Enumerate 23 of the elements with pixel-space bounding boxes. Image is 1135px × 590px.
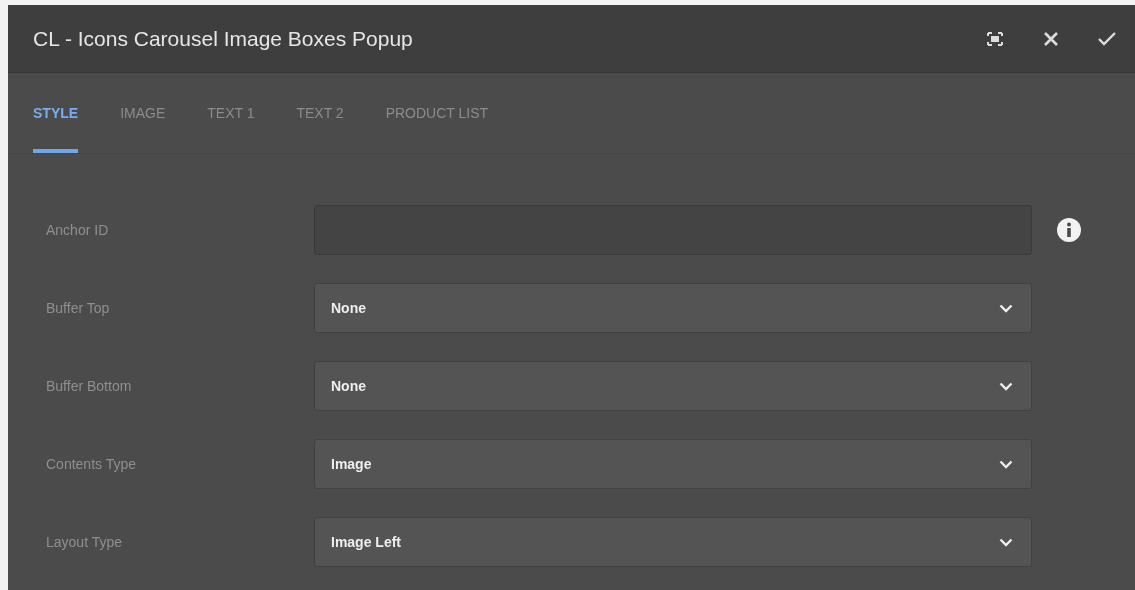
tab[interactable]: PRODUCT LIST xyxy=(385,73,489,153)
tab[interactable]: TEXT 2 xyxy=(296,73,344,153)
select-dropdown[interactable]: Image Left xyxy=(314,517,1032,567)
field-label: Buffer Bottom xyxy=(46,378,133,394)
chevron-down-icon xyxy=(999,459,1013,469)
field-label: Layout Type xyxy=(46,534,124,550)
tab[interactable]: IMAGE xyxy=(120,73,166,153)
field-label: Contents Type xyxy=(46,456,138,472)
fullscreen-icon xyxy=(987,31,1003,46)
chevron-down-icon xyxy=(999,381,1013,391)
tab[interactable]: STYLE xyxy=(33,73,79,153)
select-dropdown[interactable]: None xyxy=(314,361,1032,411)
select-dropdown[interactable]: None xyxy=(314,283,1032,333)
close-icon xyxy=(1043,30,1059,47)
field-label: Buffer Top xyxy=(46,300,111,316)
chevron-down-icon xyxy=(999,537,1013,547)
tab[interactable]: TEXT 1 xyxy=(207,73,255,153)
info-icon[interactable] xyxy=(1056,217,1082,243)
select-dropdown[interactable]: Image xyxy=(314,439,1032,489)
dialog-title: CL - Icons Carousel Image Boxes Popup xyxy=(33,26,414,51)
chevron-down-icon xyxy=(999,303,1013,313)
checkmark-icon xyxy=(1098,31,1116,46)
field-label: Anchor ID xyxy=(46,222,110,238)
